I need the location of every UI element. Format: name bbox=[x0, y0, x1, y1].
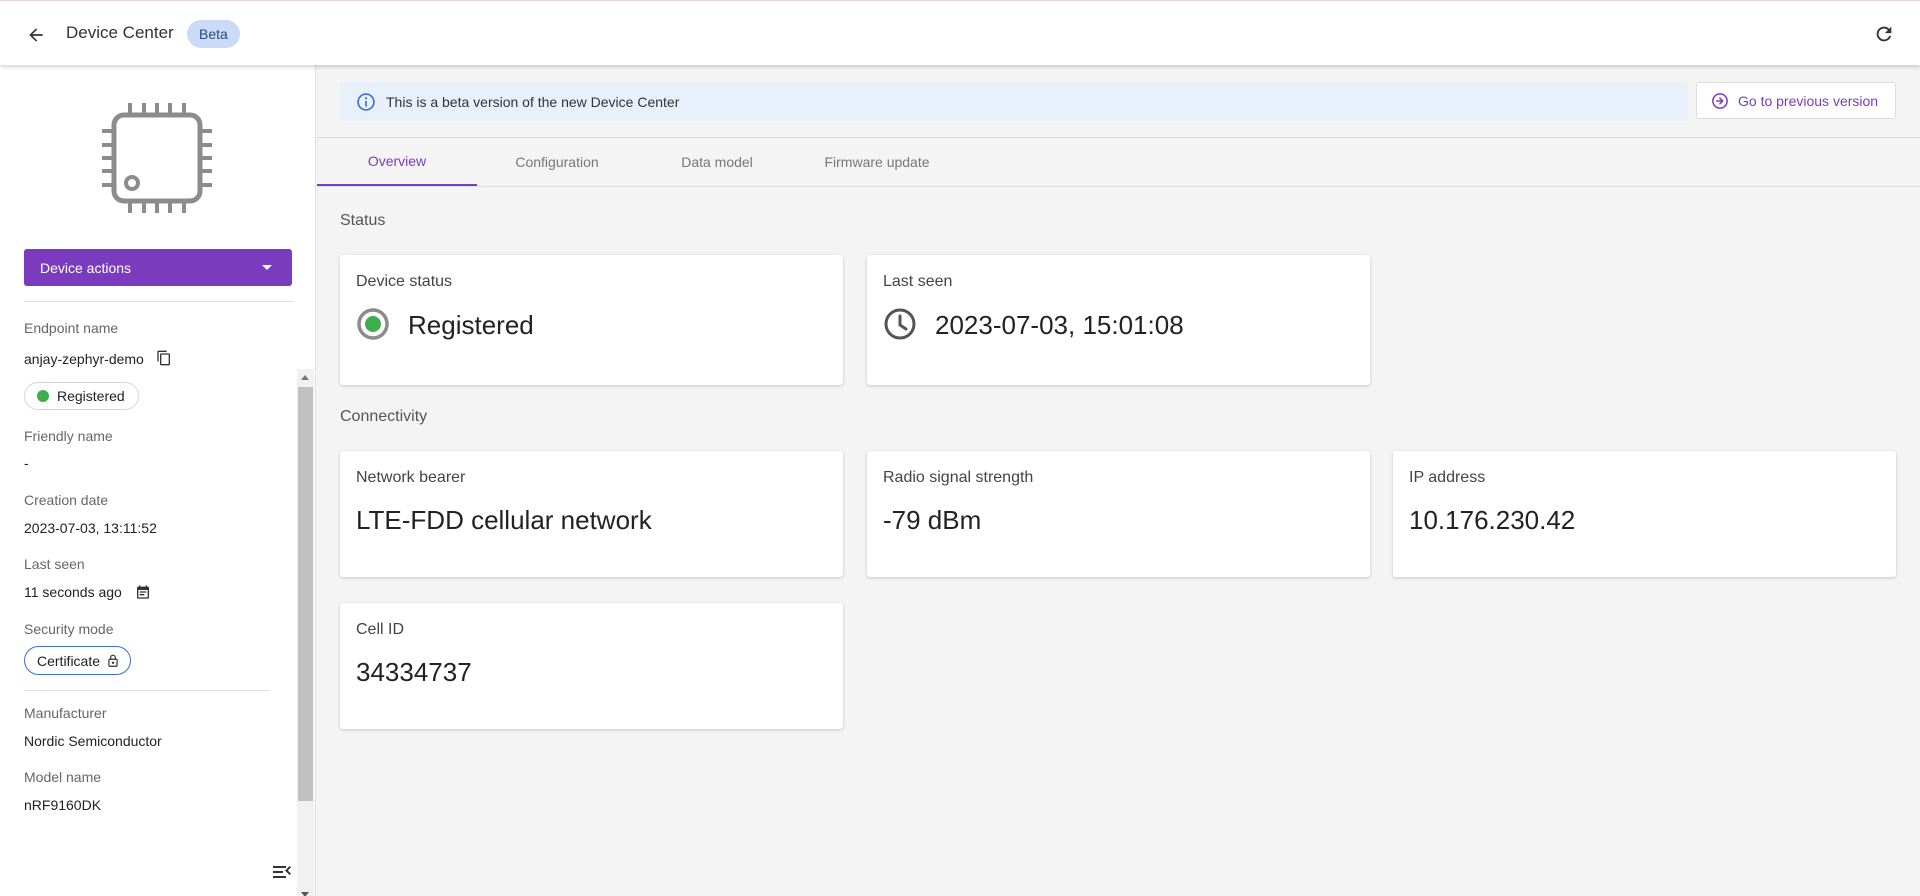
security-mode-chip: Certificate bbox=[24, 646, 132, 675]
ip-address-value: 10.176.230.42 bbox=[1409, 505, 1576, 535]
endpoint-name-value: anjay-zephyr-demo bbox=[24, 351, 144, 367]
ip-address-label: IP address bbox=[1409, 469, 1486, 486]
previous-version-label: Go to previous version bbox=[1738, 92, 1879, 109]
last-seen-label: Last seen bbox=[24, 556, 85, 572]
radio-signal-label: Radio signal strength bbox=[883, 469, 1034, 486]
network-bearer-label: Network bearer bbox=[356, 469, 466, 486]
model-name-label: Model name bbox=[24, 769, 102, 785]
manufacturer-label: Manufacturer bbox=[24, 705, 107, 721]
creation-date-label: Creation date bbox=[24, 492, 109, 508]
device-actions-label: Device actions bbox=[40, 259, 132, 276]
tab-overview[interactable]: Overview bbox=[317, 138, 477, 186]
sidebar-scrollbar[interactable] bbox=[297, 369, 314, 896]
status-indicator-icon bbox=[357, 308, 389, 340]
ip-address-card: IP address 10.176.230.42 bbox=[1393, 451, 1896, 577]
endpoint-name-label: Endpoint name bbox=[24, 320, 119, 336]
refresh-button[interactable] bbox=[1870, 20, 1898, 48]
registered-status-chip: Registered bbox=[24, 382, 139, 410]
beta-badge: Beta bbox=[187, 20, 240, 48]
lock-icon bbox=[108, 654, 118, 667]
network-bearer-card: Network bearer LTE-FDD cellular network bbox=[340, 451, 843, 577]
tab-firmware-update[interactable]: Firmware update bbox=[797, 138, 957, 186]
cell-id-card: Cell ID 34334737 bbox=[340, 603, 843, 729]
beta-info-banner: This is a beta version of the new Device… bbox=[340, 82, 1688, 121]
model-name-value: nRF9160DK bbox=[24, 797, 102, 813]
device-sidebar: Device actions Endpoint name anjay-zephy… bbox=[0, 65, 316, 896]
copy-icon[interactable] bbox=[156, 350, 172, 366]
security-mode-value: Certificate bbox=[37, 652, 101, 669]
creation-date-value: 2023-07-03, 13:11:52 bbox=[24, 520, 157, 536]
last-seen-value: 11 seconds ago bbox=[24, 584, 122, 600]
device-actions-button[interactable]: Device actions bbox=[24, 249, 292, 286]
manufacturer-value: Nordic Semiconductor bbox=[24, 733, 162, 749]
previous-version-button[interactable]: Go to previous version bbox=[1696, 82, 1896, 119]
device-status-label: Device status bbox=[356, 273, 453, 290]
beta-banner-text: This is a beta version of the new Device… bbox=[386, 93, 680, 110]
back-arrow-icon bbox=[29, 28, 43, 42]
tab-data-model[interactable]: Data model bbox=[637, 138, 797, 186]
collapse-menu-icon bbox=[273, 866, 291, 878]
network-bearer-value: LTE-FDD cellular network bbox=[356, 505, 652, 535]
app-title: Device Center bbox=[66, 23, 174, 42]
device-status-card: Device status Registered bbox=[340, 255, 843, 385]
main-content: This is a beta version of the new Device… bbox=[317, 65, 1920, 896]
cell-id-label: Cell ID bbox=[356, 621, 405, 638]
last-seen-card-value: 2023-07-03, 15:01:08 bbox=[935, 310, 1184, 340]
caret-down-icon bbox=[262, 265, 272, 270]
refresh-icon bbox=[1876, 26, 1892, 42]
divider bbox=[24, 690, 270, 691]
scroll-down-arrow[interactable] bbox=[301, 892, 309, 896]
scroll-thumb[interactable] bbox=[298, 387, 313, 801]
tab-configuration[interactable]: Configuration bbox=[477, 138, 637, 186]
radio-signal-value: -79 dBm bbox=[883, 505, 982, 535]
friendly-name-value: - bbox=[24, 455, 29, 471]
cell-id-value: 34334737 bbox=[356, 657, 472, 687]
last-seen-card-label: Last seen bbox=[883, 273, 953, 290]
last-seen-card: Last seen 2023-07-03, 15:01:08 bbox=[867, 255, 1370, 385]
arrow-circle-icon bbox=[1712, 92, 1728, 109]
device-properties: Endpoint name anjay-zephyr-demo Register… bbox=[0, 303, 296, 833]
status-chip-label: Registered bbox=[57, 388, 125, 404]
back-button[interactable] bbox=[22, 21, 50, 49]
chip-icon bbox=[102, 103, 212, 213]
device-status-value: Registered bbox=[408, 310, 534, 340]
app-bar: Device Center Beta bbox=[0, 0, 1920, 65]
security-mode-label: Security mode bbox=[24, 621, 114, 637]
clock-icon bbox=[884, 308, 916, 340]
tab-bar: Overview Configuration Data model Firmwa… bbox=[317, 137, 1920, 187]
status-dot bbox=[37, 390, 49, 402]
friendly-name-label: Friendly name bbox=[24, 428, 113, 444]
status-section-title: Status bbox=[340, 212, 386, 229]
radio-signal-card: Radio signal strength -79 dBm bbox=[867, 451, 1370, 577]
info-icon bbox=[357, 92, 375, 111]
connectivity-section-title: Connectivity bbox=[340, 408, 428, 425]
scroll-up-arrow[interactable] bbox=[301, 375, 309, 380]
divider bbox=[24, 301, 294, 302]
calendar-icon[interactable] bbox=[135, 584, 151, 600]
collapse-sidebar-button[interactable] bbox=[270, 860, 298, 884]
